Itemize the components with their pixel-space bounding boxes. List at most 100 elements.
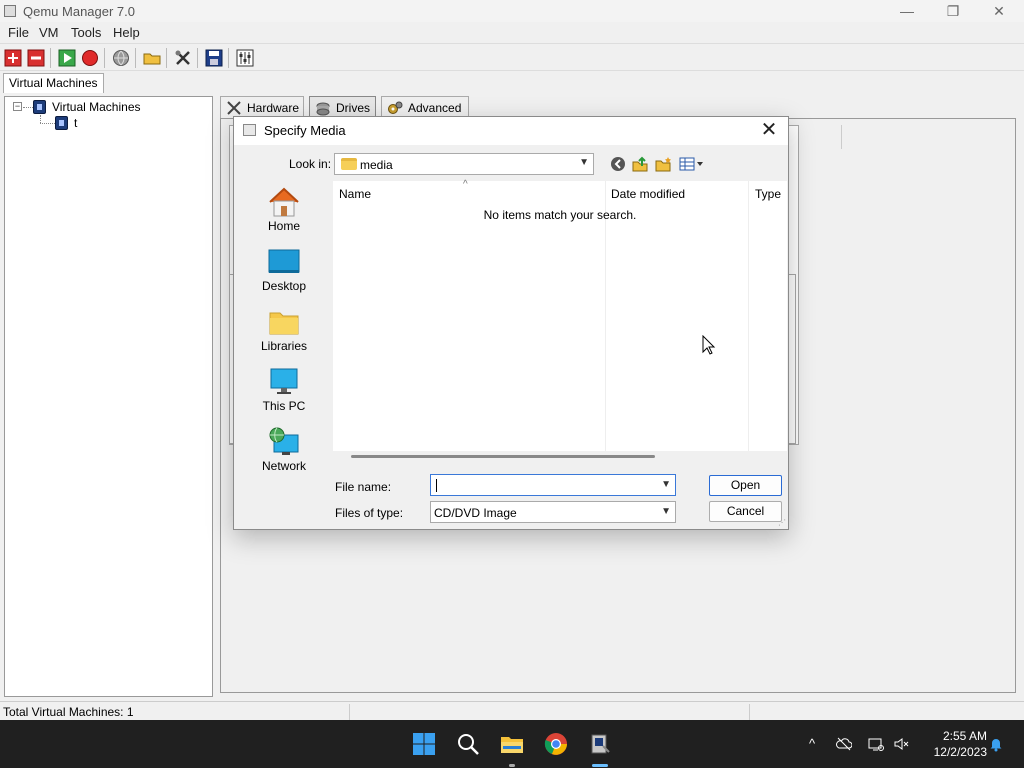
clock-time: 2:55 AM [942,729,987,743]
onedrive-icon[interactable] [836,736,852,752]
place-home[interactable]: Home [244,181,324,239]
tab-virtual-machines[interactable]: Virtual Machines [3,73,104,93]
running-indicator [509,764,515,767]
notification-bell-icon[interactable] [988,736,1004,752]
chrome-icon[interactable] [544,732,568,756]
chevron-up-icon[interactable]: ^ [804,736,820,752]
clock-date: 12/2/2023 [933,745,987,759]
qemu-manager-icon[interactable] [588,732,612,756]
dialog-title: Specify Media [264,123,346,138]
file-name-label: File name: [335,480,392,494]
home-icon [269,187,299,217]
search-icon[interactable] [456,732,480,756]
column-header-name[interactable]: Name ^ [333,179,605,205]
back-icon[interactable] [610,156,626,172]
tree-connector [40,123,55,124]
files-of-type-label: Files of type: [335,506,404,520]
clock[interactable]: 2:55 AM 12/2/2023 [915,728,987,760]
status-divider [749,704,750,720]
look-in-value: media [360,158,393,172]
dialog-title-bar: Specify Media ✕ [234,117,788,145]
new-folder-icon[interactable] [655,156,671,172]
files-of-type-value: CD/DVD Image [434,506,517,520]
column-header-type[interactable]: Type [749,181,787,205]
tree-collapse-toggle[interactable]: − [13,102,22,111]
toolbar-separator [135,48,136,68]
place-libraries[interactable]: Libraries [244,301,324,359]
status-bar: Total Virtual Machines: 1 [0,701,1024,720]
remove-vm-icon[interactable] [27,49,45,67]
save-icon[interactable] [205,49,223,67]
chevron-down-icon: ▼ [661,506,671,517]
toolbar-separator [104,48,105,68]
menu-vm[interactable]: VM [39,25,59,40]
resize-grip-icon[interactable]: ⋰ [778,519,786,527]
menu-help[interactable]: Help [113,25,140,40]
file-list[interactable]: Name ^ Date modified Type No items match… [333,179,787,458]
mouse-pointer-icon [702,335,716,355]
place-this-pc[interactable]: This PC [244,361,324,419]
place-desktop[interactable]: Desktop [244,241,324,299]
vm-tree: − Virtual Machines t [4,96,213,697]
speaker-muted-icon[interactable] [893,736,909,752]
place-home-label: Home [267,219,300,233]
place-desktop-label: Desktop [261,279,307,293]
look-in-combo[interactable]: media ▼ [334,153,594,175]
tab-hardware[interactable]: Hardware [220,96,304,118]
toolbar-separator [228,48,229,68]
windows-start-icon[interactable] [412,732,436,756]
libraries-folder-icon [269,312,299,335]
network-icon [269,427,299,455]
open-folder-icon[interactable] [143,49,161,67]
horizontal-scrollbar[interactable] [351,455,655,458]
display-icon[interactable] [868,736,884,752]
app-icon [4,5,16,17]
chevron-down-icon[interactable]: ▼ [661,479,671,490]
place-network[interactable]: Network [244,421,324,479]
tree-item-vm-t[interactable]: t [74,116,77,130]
column-header-date-modified[interactable]: Date modified [605,181,748,205]
tools-icon[interactable] [174,49,192,67]
cancel-button[interactable]: Cancel [709,501,782,522]
chevron-down-icon: ▼ [579,157,589,168]
vm-icon [55,116,68,130]
file-name-input[interactable]: ▼ [430,474,676,496]
stop-icon[interactable] [81,49,99,67]
close-button[interactable]: ✕ [976,0,1022,22]
desktop-icon [268,249,300,273]
this-pc-icon [270,368,298,394]
menu-file[interactable]: File [8,25,29,40]
add-vm-icon[interactable] [4,49,22,67]
view-menu-icon[interactable] [679,156,705,172]
maximize-button[interactable]: ❐ [930,0,976,22]
file-explorer-icon[interactable] [500,732,524,756]
tab-advanced-label: Advanced [408,101,462,115]
divider [841,125,842,149]
column-name-label: Name [339,187,372,201]
toolbar-separator [197,48,198,68]
tab-hardware-label: Hardware [247,101,300,115]
start-icon[interactable] [58,49,76,67]
globe-icon[interactable] [112,49,130,67]
title-bar: Qemu Manager 7.0 — ❐ ✕ [0,0,1024,22]
up-folder-icon[interactable] [632,156,648,172]
menu-tools[interactable]: Tools [71,25,101,40]
places-bar: Home Desktop Libraries This PC Network [244,181,324,481]
taskbar: ^ 2:55 AM 12/2/2023 [0,720,1024,768]
window-title: Qemu Manager 7.0 [23,4,136,19]
dialog-app-icon [243,124,256,136]
tab-advanced[interactable]: Advanced [381,96,469,118]
tab-drives[interactable]: Drives [309,96,376,118]
toolbar-separator [50,48,51,68]
files-of-type-select[interactable]: CD/DVD Image ▼ [430,501,676,523]
status-text: Total Virtual Machines: 1 [3,705,134,719]
tree-root-virtual-machines[interactable]: Virtual Machines [52,100,141,114]
active-indicator [592,764,608,767]
open-button[interactable]: Open [709,475,782,496]
sort-ascending-icon: ^ [463,179,468,190]
settings-icon[interactable] [236,49,254,67]
minimize-button[interactable]: — [884,0,930,22]
dialog-close-button[interactable]: ✕ [756,119,782,143]
menu-bar: File VM Tools Help [0,22,1024,42]
toolbar-separator [166,48,167,68]
